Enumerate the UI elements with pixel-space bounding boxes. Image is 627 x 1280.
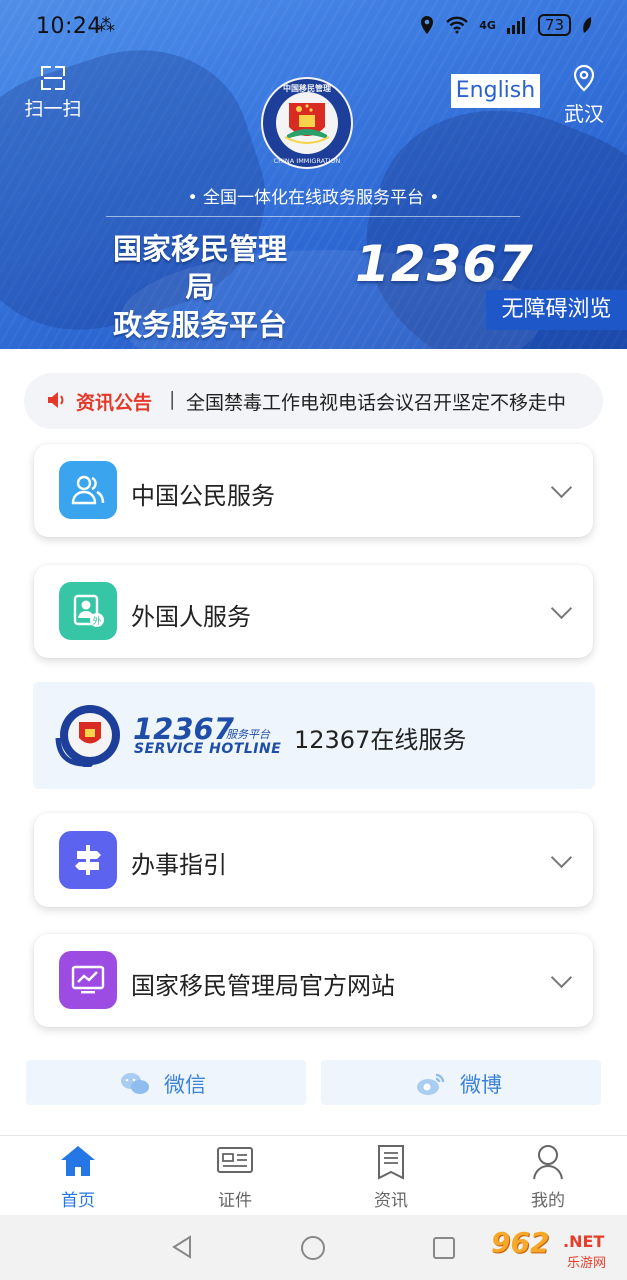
chevron-down-icon	[550, 846, 573, 869]
watermark-suffix: .NET	[563, 1232, 605, 1251]
wechat-label: 微信	[164, 1073, 206, 1097]
speaker-icon	[48, 392, 64, 408]
hotline-logo-icon	[55, 705, 120, 767]
news-icon	[378, 1145, 404, 1180]
foreigner-icon: 外	[59, 582, 117, 640]
notice-label: 资讯公告	[76, 392, 153, 414]
location-pin-icon	[573, 64, 595, 92]
battery-level: 73	[537, 14, 571, 36]
news-ticker[interactable]: 资讯公告 | 全国禁毒工作电视电话会议召开坚定不移走中	[24, 373, 603, 429]
location-label: 武汉	[564, 102, 604, 126]
tab-profile-label: 我的	[531, 1191, 565, 1211]
chevron-down-icon	[550, 476, 573, 499]
tab-documents[interactable]: 证件	[157, 1136, 313, 1216]
immigration-emblem: 中国移民管理 CHINA IMMIGRATION	[261, 77, 353, 169]
hotline-english: SERVICE HOTLINE	[134, 741, 282, 757]
hotline-banner-number: 12367	[355, 235, 534, 293]
home-icon	[61, 1146, 95, 1176]
agency-title-line2: 政务服务平台	[112, 308, 287, 342]
status-bar: 10:24 ⁂ 4G 73	[0, 0, 627, 54]
tab-news-label: 资讯	[374, 1191, 408, 1211]
tab-home[interactable]: 首页	[0, 1136, 156, 1216]
bluetooth-icon: ⁂	[97, 15, 115, 36]
charging-leaf-icon	[583, 17, 592, 33]
header-banner: 10:24 ⁂ 4G 73 扫一扫 中国移民管理 CHINA IMMIGRATI…	[0, 0, 627, 349]
id-card-icon	[217, 1147, 253, 1173]
citizen-services-card[interactable]: 中国公民服务	[34, 444, 593, 537]
accessibility-button[interactable]: 无障碍浏览	[486, 290, 627, 330]
watermark-logo: 962 .NET 乐游网	[491, 1226, 619, 1274]
hotline-online-service-label: 12367在线服务	[294, 726, 467, 754]
status-icons: 4G 73	[419, 14, 593, 36]
notice-separator: |	[169, 388, 176, 410]
signpost-icon	[59, 831, 117, 889]
profile-icon	[533, 1145, 563, 1180]
weibo-icon	[417, 1073, 445, 1095]
signal-icon	[506, 17, 525, 34]
home-circle-icon[interactable]	[300, 1235, 326, 1261]
foreigner-services-card[interactable]: 外 外国人服务	[34, 565, 593, 658]
wifi-icon	[446, 16, 469, 34]
wechat-icon	[121, 1073, 149, 1094]
back-icon[interactable]	[171, 1235, 193, 1259]
location-button[interactable]: 武汉	[560, 64, 608, 127]
english-button[interactable]: English	[451, 74, 540, 108]
official-website-label: 国家移民管理局官方网站	[131, 972, 395, 1000]
tab-profile[interactable]: 我的	[470, 1136, 626, 1216]
citizens-icon	[59, 461, 117, 519]
hotline-sub-label: 服务平台	[226, 728, 270, 741]
watermark-cn: 乐游网	[567, 1256, 607, 1271]
chevron-down-icon	[550, 966, 573, 989]
svg-text:外: 外	[92, 615, 101, 627]
tab-documents-label: 证件	[218, 1191, 252, 1211]
chevron-down-icon	[550, 597, 573, 620]
weibo-label: 微博	[460, 1073, 502, 1097]
foreigner-services-label: 外国人服务	[131, 603, 251, 631]
scan-icon	[41, 66, 65, 90]
weibo-button[interactable]: 微博	[321, 1060, 601, 1105]
official-website-card[interactable]: 国家移民管理局官方网站	[34, 934, 593, 1027]
agency-title: 国家移民管理局 政务服务平台	[100, 230, 300, 344]
scan-label: 扫一扫	[24, 98, 82, 120]
guide-label: 办事指引	[131, 851, 227, 879]
location-status-icon	[421, 16, 434, 34]
hotline-online-service-card[interactable]: 12367 服务平台 SERVICE HOTLINE 12367在线服务	[33, 682, 595, 789]
bottom-tab-bar: 首页 证件 资讯 我的	[0, 1135, 627, 1216]
citizen-services-label: 中国公民服务	[131, 482, 275, 510]
network-type: 4G	[479, 18, 496, 32]
emblem-text-en: CHINA IMMIGRATION	[274, 157, 341, 165]
guide-card[interactable]: 办事指引	[34, 813, 593, 907]
platform-subtitle: • 全国一体化在线政务服务平台 •	[187, 188, 440, 208]
website-icon	[59, 951, 117, 1009]
tab-home-label: 首页	[61, 1191, 95, 1211]
tab-news[interactable]: 资讯	[313, 1136, 469, 1216]
recents-icon[interactable]	[432, 1236, 456, 1260]
status-time: 10:24	[36, 14, 102, 39]
watermark-number: 962	[491, 1226, 550, 1259]
wechat-button[interactable]: 微信	[26, 1060, 306, 1105]
emblem-text-cn: 中国移民管理	[283, 83, 331, 93]
notice-headline[interactable]: 全国禁毒工作电视电话会议召开坚定不移走中	[186, 388, 566, 415]
agency-title-line1: 国家移民管理局	[112, 232, 287, 304]
scan-button[interactable]: 扫一扫	[22, 66, 84, 121]
